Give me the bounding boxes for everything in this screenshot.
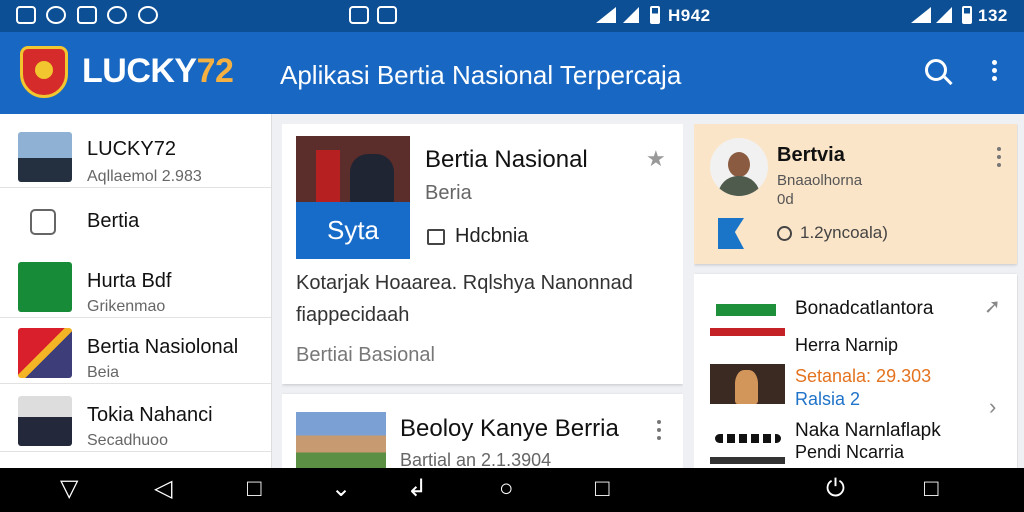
search-icon[interactable] <box>925 59 947 81</box>
news-list-card[interactable]: Bonadcatlantora ➚ Herra Narnip Setanala:… <box>694 274 1017 468</box>
target-icon <box>107 6 127 24</box>
news-subtitle: Herra Narnip <box>795 335 899 355</box>
profile-card[interactable]: Bertvia Bnaaolhorna 0d 1.2yncoala) <box>694 124 1017 264</box>
featured-footer: Bertiai Basional <box>296 344 435 366</box>
system-navigation-bar: ▽ ◁ □ ⌄ ↲ ○ □ ⏻ □ <box>0 468 1024 512</box>
refresh-icon <box>46 6 66 24</box>
featured-meta: Hdcbnia <box>427 225 528 248</box>
sidebar-item-label: LUCKY72 <box>87 138 176 160</box>
sidebar-item-subtitle: Aqllaemol 2.983 <box>87 168 202 185</box>
news-thumbnail <box>18 262 72 312</box>
back-icon[interactable]: ◁ <box>154 477 172 501</box>
sidebar: LUCKY72 Aqllaemol 2.983 Bertia Hurta Bdf… <box>0 114 272 468</box>
more-options-icon[interactable] <box>988 58 1000 86</box>
battery-icon <box>962 6 972 24</box>
sidebar-item-subtitle: Grikenmao <box>87 298 166 315</box>
screenshot-icon <box>16 6 36 24</box>
featured-news-card[interactable]: Syta Bertia Nasional Beria Hdcbnia ★ Kot… <box>282 124 683 384</box>
news-thumbnail <box>296 412 386 468</box>
document-icon <box>30 209 56 235</box>
overview-square-icon[interactable]: □ <box>247 477 262 501</box>
clock-icon <box>777 225 792 241</box>
news-title: Bonadcatlantora <box>795 298 934 319</box>
signal-icon <box>623 7 639 23</box>
page-title: Aplikasi Bertia Nasional Terpercaja <box>280 60 682 90</box>
power-icon[interactable]: ⏻ <box>826 477 845 501</box>
news-meta: Bartial an 2.1.3904 <box>400 450 552 468</box>
news-thumbnail <box>18 328 72 378</box>
battery-icon <box>650 6 660 24</box>
pencil-icon <box>349 6 369 24</box>
chat-icon <box>377 6 397 24</box>
sidebar-item-bertia-nasional[interactable]: Bertia Nasiolonal Beia <box>0 316 271 384</box>
news-thumbnail <box>710 364 785 404</box>
back-arrow-icon[interactable]: ↲ <box>407 477 427 501</box>
status-time: H942 <box>668 6 711 25</box>
avatar <box>18 132 72 182</box>
wifi-icon <box>596 7 616 23</box>
signal-icon <box>936 7 952 23</box>
chevron-down-icon[interactable]: ⌄ <box>331 477 351 501</box>
news-subtitle: Pendi Ncarria <box>795 442 905 462</box>
news-card[interactable]: Beoloy Kanye Berria Bartial an 2.1.3904 <box>282 394 683 468</box>
copyright-icon <box>138 6 158 24</box>
app-logo-icon[interactable] <box>20 46 68 98</box>
featured-category: Beria <box>425 182 472 204</box>
back-triangle-icon[interactable]: ▽ <box>60 477 78 501</box>
featured-title: Bertia Nasional <box>425 146 588 173</box>
news-title: Naka Narnlaflapk <box>795 420 941 441</box>
category-badge: Syta <box>296 202 410 259</box>
overview-square-icon[interactable]: □ <box>595 477 610 501</box>
brand-name: LUCKY72 <box>82 52 234 90</box>
status-time: 132 <box>978 6 1008 25</box>
news-thumbnail <box>710 424 785 464</box>
profile-meta: 1.2yncoala) <box>777 223 888 243</box>
share-icon[interactable]: ➚ <box>984 294 1001 319</box>
dice-icon <box>77 6 97 24</box>
sidebar-item-hurta[interactable]: Hurta Bdf Grikenmao <box>0 250 271 318</box>
profile-title: Bertvia <box>777 144 845 166</box>
sidebar-item-bertia[interactable]: Bertia <box>0 188 271 256</box>
sidebar-item-tokia[interactable]: Tokia Nahanci Secadhuoo <box>0 384 271 452</box>
news-title: Beoloy Kanye Berria <box>400 415 619 442</box>
wifi-icon <box>911 7 931 23</box>
news-thumbnail <box>710 296 785 336</box>
sidebar-item-label: Tokia Nahanci <box>87 404 213 426</box>
bookmark-icon[interactable] <box>718 218 744 249</box>
sidebar-item-lucky72[interactable]: LUCKY72 Aqllaemol 2.983 <box>0 120 271 188</box>
news-category: Ralsia 2 <box>795 389 861 409</box>
avatar <box>710 138 768 196</box>
featured-summary: Kotarjak Hoaarea. Rqlshya Nanonnad fiapp… <box>296 272 633 326</box>
sidebar-item-label: Bertia Nasiolonal <box>87 336 239 358</box>
status-bar: H942 132 <box>0 0 1024 32</box>
sidebar-item-subtitle: Beia <box>87 364 120 381</box>
more-options-icon[interactable] <box>656 419 662 441</box>
right-panel: Bertvia Bnaaolhorna 0d 1.2yncoala) Bonadc… <box>694 124 1018 468</box>
sidebar-item-label: Bertia <box>87 210 140 232</box>
avatar <box>18 396 72 446</box>
profile-subtitle: Bnaaolhorna 0d <box>777 172 863 208</box>
more-options-icon[interactable] <box>996 146 1002 168</box>
sidebar-item-subtitle: Secadhuoo <box>87 432 168 449</box>
app-bar: LUCKY72 Aplikasi Bertia Nasional Terperc… <box>0 32 1024 145</box>
folder-icon <box>427 228 445 245</box>
main-feed: Syta Bertia Nasional Beria Hdcbnia ★ Kot… <box>282 124 683 468</box>
star-icon[interactable]: ★ <box>646 146 666 172</box>
overview-square-icon[interactable]: □ <box>924 477 939 501</box>
news-date: Setanala: 29.303 <box>795 366 932 386</box>
sidebar-item-label: Hurta Bdf <box>87 270 172 292</box>
chevron-right-icon[interactable]: › <box>989 394 996 420</box>
home-circle-icon[interactable]: ○ <box>499 477 514 501</box>
